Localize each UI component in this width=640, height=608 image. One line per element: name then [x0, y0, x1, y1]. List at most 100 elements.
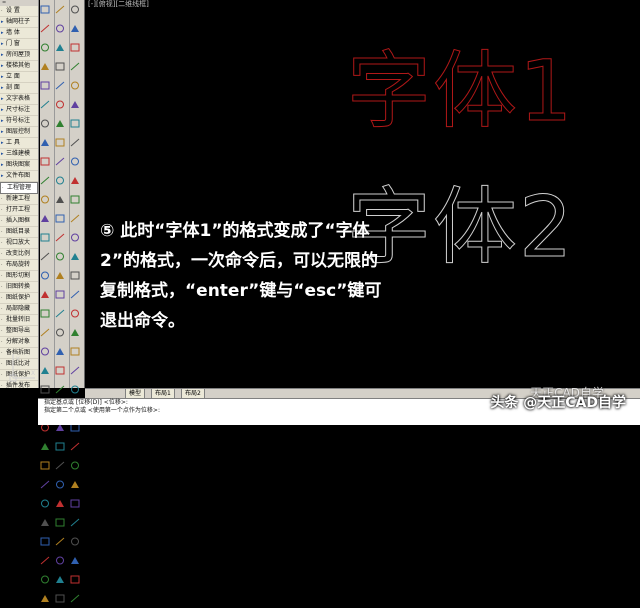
- tool-icon[interactable]: [55, 24, 65, 33]
- tool-icon[interactable]: [40, 119, 50, 128]
- tool-icon[interactable]: [70, 157, 80, 166]
- tool-icon[interactable]: [40, 43, 50, 52]
- menu-item[interactable]: ▸ 符号标注: [0, 116, 38, 127]
- tool-icon[interactable]: [40, 537, 50, 546]
- menu-item[interactable]: · 改变比例: [0, 249, 38, 260]
- tool-icon[interactable]: [40, 385, 50, 394]
- tool-icon[interactable]: [55, 138, 65, 147]
- menu-item[interactable]: · 分解对象: [0, 337, 38, 348]
- tool-icon[interactable]: [55, 214, 65, 223]
- tool-icon[interactable]: [40, 214, 50, 223]
- menu-item[interactable]: · 工程管理: [0, 182, 38, 194]
- tool-icon[interactable]: [70, 442, 80, 451]
- tool-icon[interactable]: [40, 271, 50, 280]
- tool-icon[interactable]: [55, 328, 65, 337]
- menu-item[interactable]: · 打开工程: [0, 205, 38, 216]
- menu-item[interactable]: · 设 置: [0, 6, 38, 17]
- tool-icon[interactable]: [55, 366, 65, 375]
- tool-icon[interactable]: [40, 252, 50, 261]
- tool-icon[interactable]: [55, 442, 65, 451]
- tool-icon[interactable]: [70, 575, 80, 584]
- tool-icon[interactable]: [40, 309, 50, 318]
- tool-icon[interactable]: [70, 214, 80, 223]
- menu-item[interactable]: ▸ 剖 面: [0, 83, 38, 94]
- menu-item[interactable]: ▸ 图层控制: [0, 127, 38, 138]
- menu-item[interactable]: · 图纸目录: [0, 227, 38, 238]
- menu-item[interactable]: ▸ 楼梯其他: [0, 61, 38, 72]
- tool-icon[interactable]: [40, 62, 50, 71]
- viewport-label[interactable]: [-][俯视][二维线框]: [88, 0, 149, 9]
- menu-item[interactable]: · 视口放大: [0, 238, 38, 249]
- menu-item[interactable]: ▸ 文字表格: [0, 94, 38, 105]
- tool-icon[interactable]: [55, 461, 65, 470]
- tool-icon[interactable]: [55, 537, 65, 546]
- tool-icon[interactable]: [40, 157, 50, 166]
- menu-item[interactable]: ▸ 立 面: [0, 72, 38, 83]
- tool-icon[interactable]: [70, 252, 80, 261]
- menu-item[interactable]: ▸ 文件布图: [0, 171, 38, 182]
- menu-item[interactable]: · 局部隐藏: [0, 304, 38, 315]
- tool-icon[interactable]: [55, 575, 65, 584]
- menu-item[interactable]: · 新建工程: [0, 194, 38, 205]
- tool-icon[interactable]: [70, 176, 80, 185]
- menu-item[interactable]: · 批量转旧: [0, 315, 38, 326]
- menu-item[interactable]: ▸ 门 窗: [0, 39, 38, 50]
- tool-icon[interactable]: [40, 100, 50, 109]
- menu-item[interactable]: ▸ 工 具: [0, 138, 38, 149]
- text-font1[interactable]: 字体1: [346, 24, 574, 145]
- tool-icon[interactable]: [70, 328, 80, 337]
- menu-item[interactable]: · 布局旋转: [0, 260, 38, 271]
- tool-icon[interactable]: [70, 461, 80, 470]
- tool-icon[interactable]: [40, 499, 50, 508]
- tool-icon[interactable]: [55, 556, 65, 565]
- menu-item[interactable]: · 插件发布: [0, 381, 38, 388]
- menu-item[interactable]: · 图形切割: [0, 271, 38, 282]
- tool-icon[interactable]: [40, 594, 50, 603]
- tool-icon[interactable]: [55, 43, 65, 52]
- tool-icon[interactable]: [55, 252, 65, 261]
- tool-icon[interactable]: [55, 309, 65, 318]
- tool-icon[interactable]: [55, 119, 65, 128]
- tool-icon[interactable]: [55, 518, 65, 527]
- tool-icon[interactable]: [70, 43, 80, 52]
- tool-icon[interactable]: [40, 195, 50, 204]
- tool-icon[interactable]: [55, 594, 65, 603]
- tool-icon[interactable]: [40, 556, 50, 565]
- menu-item[interactable]: ▸ 房间屋顶: [0, 50, 38, 61]
- menu-item[interactable]: · 插入图框: [0, 216, 38, 227]
- tool-icon[interactable]: [40, 366, 50, 375]
- menu-item[interactable]: ▸ 墙 体: [0, 28, 38, 39]
- menu-item[interactable]: ▸ 图块图案: [0, 160, 38, 171]
- tool-icon[interactable]: [55, 176, 65, 185]
- tool-icon[interactable]: [40, 290, 50, 299]
- tool-icon[interactable]: [40, 138, 50, 147]
- tool-icon[interactable]: [70, 24, 80, 33]
- tool-icon[interactable]: [70, 195, 80, 204]
- tool-icon[interactable]: [55, 271, 65, 280]
- tool-icon[interactable]: [55, 157, 65, 166]
- menu-item[interactable]: ▸ 轴网柱子: [0, 17, 38, 28]
- tool-icon[interactable]: [40, 442, 50, 451]
- tool-icon[interactable]: [70, 138, 80, 147]
- tool-icon[interactable]: [40, 328, 50, 337]
- tool-icon[interactable]: [40, 480, 50, 489]
- tool-icon[interactable]: [70, 537, 80, 546]
- tool-icon[interactable]: [55, 347, 65, 356]
- tool-icon[interactable]: [70, 347, 80, 356]
- tool-icon[interactable]: [40, 518, 50, 527]
- tool-icon[interactable]: [55, 81, 65, 90]
- menu-item[interactable]: · 旧图转换: [0, 282, 38, 293]
- tool-icon[interactable]: [70, 480, 80, 489]
- tool-icon[interactable]: [70, 233, 80, 242]
- tool-icon[interactable]: [70, 290, 80, 299]
- tool-icon[interactable]: [55, 5, 65, 14]
- tool-icon[interactable]: [55, 480, 65, 489]
- tool-icon[interactable]: [55, 195, 65, 204]
- menu-item[interactable]: · 整图导出: [0, 326, 38, 337]
- tool-icon[interactable]: [40, 176, 50, 185]
- tool-icon[interactable]: [70, 309, 80, 318]
- tool-icon[interactable]: [70, 271, 80, 280]
- tool-icon[interactable]: [70, 366, 80, 375]
- tool-icon[interactable]: [55, 290, 65, 299]
- menu-item[interactable]: ▸ 尺寸标注: [0, 105, 38, 116]
